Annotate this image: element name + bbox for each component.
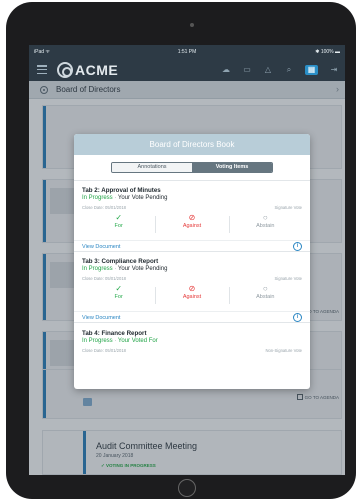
close-date: Close Date: 05/01/2018 [82,276,126,281]
item-status: In Progress · Your Vote Pending [82,266,168,272]
voting-item: Tab 4: Finance Report In Progress · Your… [74,324,310,364]
progress-label: In Progress [82,195,113,201]
tab-voting-items[interactable]: Voting Items [192,163,272,172]
vote-label: For [114,294,123,300]
item-title: Tab 2: Approval of Minutes [82,187,161,194]
camera [190,23,194,27]
book-icon[interactable]: ▭ [242,65,252,75]
progress-label: In Progress [82,266,113,272]
nav-icon-group: ☁ ▭ △ ⌕ ▦ ⇥ [221,65,339,75]
ipad-frame: iPad ᯤ 1:51 PM ✱ 100% ▬ ACME ☁ ▭ △ ⌕ ▦ ⇥… [6,2,356,499]
info-icon[interactable]: i [293,313,302,322]
item-status: In Progress · Your Voted For [82,338,158,344]
vote-label: Against [182,223,202,229]
signature-type: Signature Vote [274,276,302,281]
acme-logo: ACME [57,61,118,79]
vote-abstain-button[interactable]: ○ Abstain [228,284,302,307]
top-nav: ACME ☁ ▭ △ ⌕ ▦ ⇥ [29,59,345,81]
view-document-link[interactable]: View Document [82,244,120,250]
vote-status-label: Your Voted For [117,338,158,344]
vote-label: For [114,223,123,229]
voting-item: Tab 2: Approval of Minutes In Progress ·… [74,181,310,260]
vote-against-button[interactable]: ⊘ Against [155,284,228,307]
search-icon[interactable]: ⌕ [284,65,294,75]
vote-against-button[interactable]: ⊘ Against [155,213,228,236]
vote-for-button[interactable]: ✓ For [82,213,155,236]
modal-tabs: Annotations Voting Items [111,162,273,173]
view-document-row[interactable]: View Document i [74,240,310,252]
voting-modal: Board of Directors Book Annotations Voti… [74,134,310,389]
close-date: Close Date: 05/01/2018 [82,205,126,210]
progress-label: In Progress [82,338,113,344]
prohibit-icon: ⊘ [188,213,196,222]
bell-icon[interactable]: △ [263,65,273,75]
view-document-link[interactable]: View Document [82,315,120,321]
vote-abstain-button[interactable]: ○ Abstain [228,213,302,236]
signature-type: Non-Signature Vote [265,348,302,353]
vote-options: ✓ For ⊘ Against ○ Abstain [82,213,302,236]
grid-icon[interactable]: ▦ [305,65,318,75]
logo-mark-icon [57,62,73,78]
info-icon[interactable]: i [293,242,302,251]
item-title: Tab 4: Finance Report [82,330,147,337]
modal-title: Board of Directors Book [74,134,310,155]
status-bar: iPad ᯤ 1:51 PM ✱ 100% ▬ [29,45,345,59]
vote-status-label: Your Vote Pending [117,266,168,272]
vote-label: Against [182,294,202,300]
check-icon: ✓ [115,213,123,222]
tab-annotations[interactable]: Annotations [112,163,192,172]
logo-text: ACME [75,62,119,78]
close-date: Close Date: 05/01/2018 [82,348,126,353]
circle-icon: ○ [262,213,268,222]
item-status: In Progress · Your Vote Pending [82,195,168,201]
prohibit-icon: ⊘ [188,284,196,293]
vote-status-label: Your Vote Pending [117,195,168,201]
hamburger-menu-icon[interactable] [37,65,47,75]
vote-for-button[interactable]: ✓ For [82,284,155,307]
item-title: Tab 3: Compliance Report [82,258,159,265]
vote-options: ✓ For ⊘ Against ○ Abstain [82,284,302,307]
view-document-row[interactable]: View Document i [74,311,310,323]
vote-label: Abstain [256,223,275,229]
check-icon: ✓ [115,284,123,293]
voting-item: Tab 3: Compliance Report In Progress · Y… [74,252,310,331]
signature-type: Signature Vote [274,205,302,210]
chat-icon[interactable]: ☁ [221,65,231,75]
status-time: 1:51 PM [177,49,197,55]
logout-icon[interactable]: ⇥ [329,65,339,75]
app-screen: iPad ᯤ 1:51 PM ✱ 100% ▬ ACME ☁ ▭ △ ⌕ ▦ ⇥… [29,45,345,475]
home-button[interactable] [178,479,196,497]
circle-icon: ○ [262,284,268,293]
battery-indicator: ✱ 100% ▬ [315,49,340,55]
vote-label: Abstain [256,294,275,300]
